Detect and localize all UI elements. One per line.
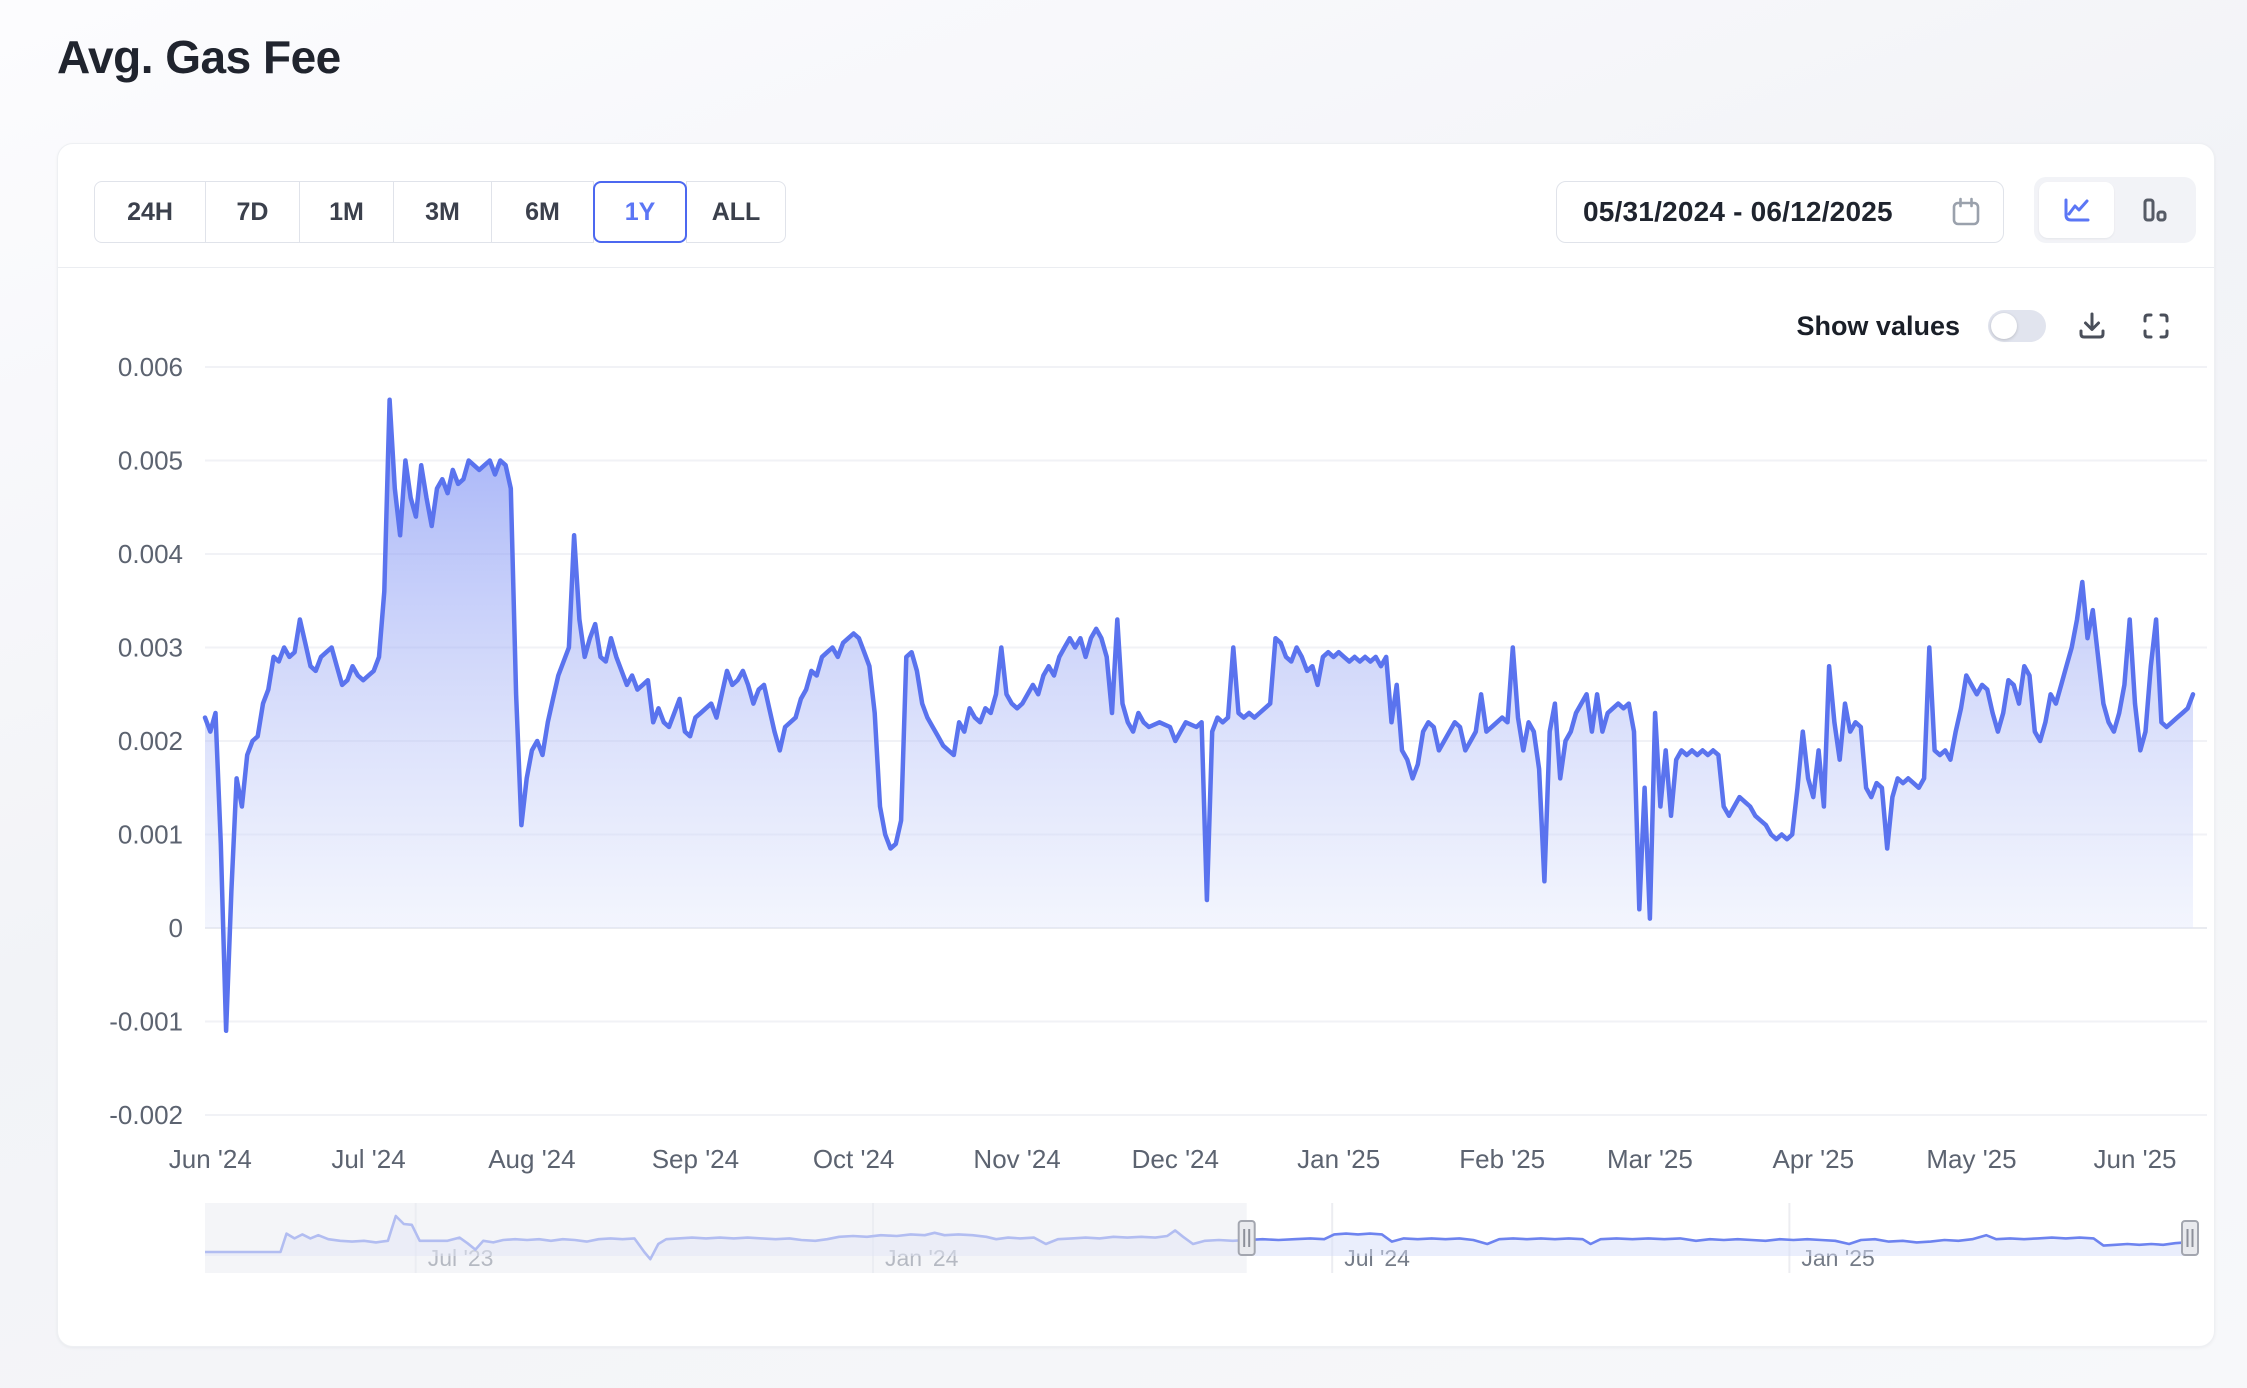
toggle-knob	[1991, 313, 2017, 339]
range-button-7d[interactable]: 7D	[205, 181, 300, 243]
download-button[interactable]	[2074, 308, 2110, 344]
show-values-toggle[interactable]	[1988, 310, 2046, 342]
date-range-text: 05/31/2024 - 06/12/2025	[1583, 196, 1893, 228]
range-button-1y[interactable]: 1Y	[593, 181, 687, 243]
download-icon	[2074, 308, 2110, 344]
range-button-1m[interactable]: 1M	[299, 181, 394, 243]
chart-card: 24H 7D 1M 3M 6M 1Y ALL 05/31/2024 - 06/1…	[57, 143, 2215, 1347]
calendar-icon	[1949, 195, 1983, 229]
date-range-picker[interactable]: 05/31/2024 - 06/12/2025	[1556, 181, 2004, 243]
fullscreen-button[interactable]	[2138, 308, 2174, 344]
line-chart-icon	[2060, 193, 2094, 227]
chart-toolbar: 24H 7D 1M 3M 6M 1Y ALL 05/31/2024 - 06/1…	[58, 144, 2214, 268]
range-button-6m[interactable]: 6M	[491, 181, 594, 243]
show-values-label: Show values	[1796, 311, 1960, 342]
range-button-all[interactable]: ALL	[686, 181, 786, 243]
range-button-24h[interactable]: 24H	[94, 181, 206, 243]
chart-type-toggle	[2034, 177, 2196, 243]
fullscreen-icon	[2138, 308, 2174, 344]
chart-tools-row: Show values	[1796, 304, 2174, 348]
bar-chart-icon	[2137, 193, 2171, 227]
time-range-group: 24H 7D 1M 3M 6M 1Y ALL	[94, 181, 786, 243]
bar-chart-view-button[interactable]	[2116, 182, 2191, 238]
line-chart-view-button[interactable]	[2039, 182, 2114, 238]
range-button-3m[interactable]: 3M	[393, 181, 492, 243]
page-title: Avg. Gas Fee	[57, 30, 341, 84]
